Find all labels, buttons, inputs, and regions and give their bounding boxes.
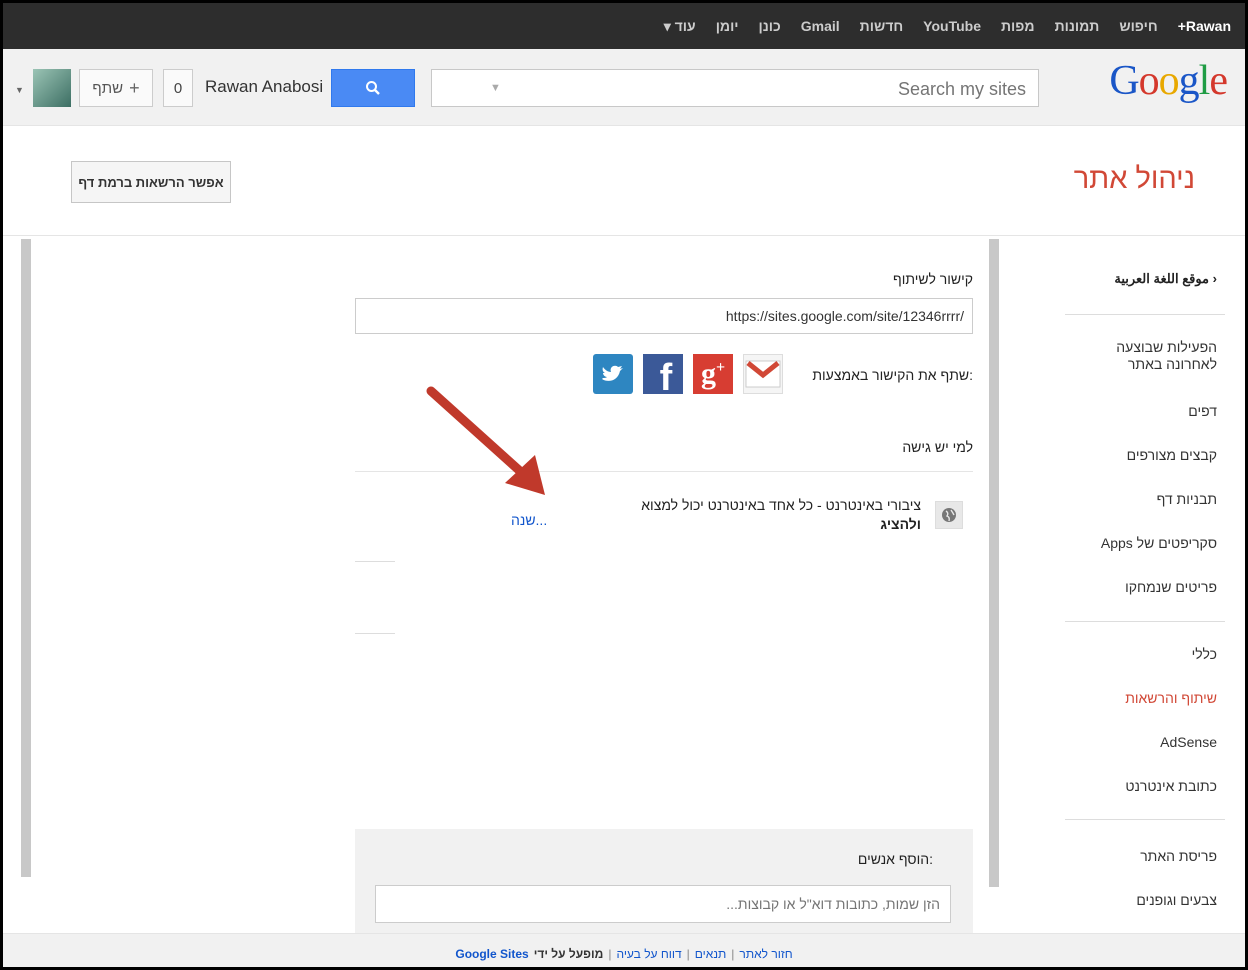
share-label: שתף bbox=[92, 79, 124, 97]
share-via-label: שתף את הקישור באמצעות: bbox=[812, 367, 973, 383]
nav-search[interactable]: חיפוש bbox=[1119, 18, 1157, 34]
nav-drive[interactable]: כונן bbox=[759, 18, 781, 34]
avatar-caret-icon[interactable]: ▼ bbox=[15, 85, 24, 95]
left-scrollbar[interactable] bbox=[21, 239, 31, 877]
footer-back-to-site-link[interactable]: חזור לאתר bbox=[739, 947, 792, 961]
search-box: ▼ bbox=[431, 69, 1039, 107]
chevron-left-icon: ‹ bbox=[1212, 271, 1217, 286]
search-button[interactable] bbox=[331, 69, 415, 107]
footer: חזור לאתר | תנאים | דווח על בעיה | מופעל… bbox=[3, 933, 1245, 967]
share-url: https://sites.google.com/site/12346rrrr/ bbox=[725, 308, 964, 324]
search-dropdown-icon[interactable]: ▼ bbox=[490, 82, 501, 94]
footer-terms-link[interactable]: תנאים bbox=[695, 947, 727, 961]
footer-separator: | bbox=[608, 947, 612, 961]
sidebar-item-recent-activity[interactable]: הפעילות שבוצעה לאחרונה באתר bbox=[1087, 339, 1217, 373]
sidebar-item-colors-fonts[interactable]: צבעים וגופנים bbox=[1136, 892, 1217, 908]
sidebar-item-site-layout[interactable]: פריסת האתר bbox=[1140, 848, 1217, 864]
sidebar-item-page-templates[interactable]: תבניות דף bbox=[1157, 491, 1217, 507]
page-title: ניהול אתר bbox=[1073, 163, 1195, 195]
sidebar-divider bbox=[1065, 314, 1225, 315]
plus-icon: + bbox=[129, 77, 140, 98]
footer-google-sites-link[interactable]: Google Sites bbox=[455, 947, 528, 961]
footer-separator: | bbox=[731, 947, 735, 961]
nav-profile[interactable]: Rawan+ bbox=[1178, 18, 1231, 34]
sidebar-divider bbox=[1065, 621, 1225, 622]
divider bbox=[355, 633, 395, 634]
nav-images[interactable]: תמונות bbox=[1055, 18, 1100, 34]
google-plus-icon[interactable]: g+ bbox=[693, 354, 733, 394]
divider bbox=[3, 235, 1245, 236]
notification-count[interactable]: 0 bbox=[163, 69, 193, 107]
search-input[interactable] bbox=[504, 76, 1028, 102]
sidebar-item-deleted-items[interactable]: פריטים שנמחקו bbox=[1125, 579, 1217, 595]
nav-more[interactable]: עוד ▾ bbox=[664, 18, 696, 35]
share-link-label: קישור לשיתוף bbox=[892, 271, 973, 287]
globe-icon bbox=[935, 501, 963, 529]
share-url-field[interactable]: https://sites.google.com/site/12346rrrr/ bbox=[355, 298, 973, 334]
sidebar-item-attachments[interactable]: קבצים מצורפים bbox=[1127, 447, 1217, 463]
nav-youtube[interactable]: YouTube bbox=[923, 18, 981, 34]
add-people-input[interactable] bbox=[375, 885, 951, 923]
sidebar-item-apps-scripts[interactable]: סקריפטים של Apps bbox=[1101, 535, 1217, 551]
divider bbox=[355, 561, 395, 562]
sidebar-item-web-address[interactable]: כתובת אינטרנט bbox=[1125, 778, 1217, 794]
sidebar-item-adsense[interactable]: AdSense bbox=[1160, 734, 1217, 750]
sidebar-item-sharing[interactable]: שיתוף והרשאות bbox=[1125, 690, 1217, 706]
sidebar-item-general[interactable]: כללי bbox=[1192, 646, 1217, 662]
annotation-arrow-icon bbox=[426, 386, 545, 495]
gmail-icon[interactable] bbox=[743, 354, 783, 394]
footer-report-link[interactable]: דווח על בעיה bbox=[616, 947, 681, 961]
who-has-access-label: למי יש גישה bbox=[902, 439, 973, 455]
window: Rawan+ חיפוש תמונות מפות YouTube חדשות G… bbox=[0, 0, 1248, 970]
nav-news[interactable]: חדשות bbox=[860, 18, 904, 34]
footer-separator: | bbox=[686, 947, 690, 961]
change-access-link[interactable]: שנה... bbox=[511, 512, 547, 528]
share-icons: f g+ bbox=[593, 354, 783, 399]
google-bar-nav: Rawan+ חיפוש תמונות מפות YouTube חדשות G… bbox=[664, 3, 1231, 49]
search-icon bbox=[366, 81, 380, 95]
access-description: ציבורי באינטרנט - כל אחד באינטרנט יכול ל… bbox=[641, 497, 921, 532]
page-permissions-button[interactable]: אפשר הרשאות ברמת דף bbox=[71, 161, 231, 203]
facebook-icon[interactable]: f bbox=[643, 354, 683, 399]
footer-powered-by: מופעל על ידי bbox=[533, 947, 604, 961]
nav-calendar[interactable]: יומן bbox=[716, 18, 739, 34]
twitter-icon[interactable] bbox=[593, 354, 633, 394]
sidebar-item-pages[interactable]: דפים bbox=[1188, 403, 1217, 419]
nav-gmail[interactable]: Gmail bbox=[801, 18, 840, 34]
add-people-label: הוסף אנשים: bbox=[857, 851, 933, 867]
sidebar-site-name[interactable]: ‹ موقع اللغة العربية bbox=[1114, 271, 1217, 287]
google-bar: Rawan+ חיפוש תמונות מפות YouTube חדשות G… bbox=[3, 3, 1245, 49]
header: Google ▼ Rawan Anabosi 0 שתף + ▼ bbox=[3, 49, 1245, 126]
right-scrollbar[interactable] bbox=[989, 239, 999, 887]
sidebar-divider bbox=[1065, 819, 1225, 820]
user-name[interactable]: Rawan Anabosi bbox=[205, 77, 323, 97]
add-people-panel: הוסף אנשים: bbox=[355, 829, 973, 939]
avatar[interactable] bbox=[33, 69, 71, 107]
google-logo[interactable]: Google bbox=[1109, 57, 1228, 105]
share-button[interactable]: שתף + bbox=[79, 69, 153, 107]
nav-maps[interactable]: מפות bbox=[1001, 18, 1035, 34]
